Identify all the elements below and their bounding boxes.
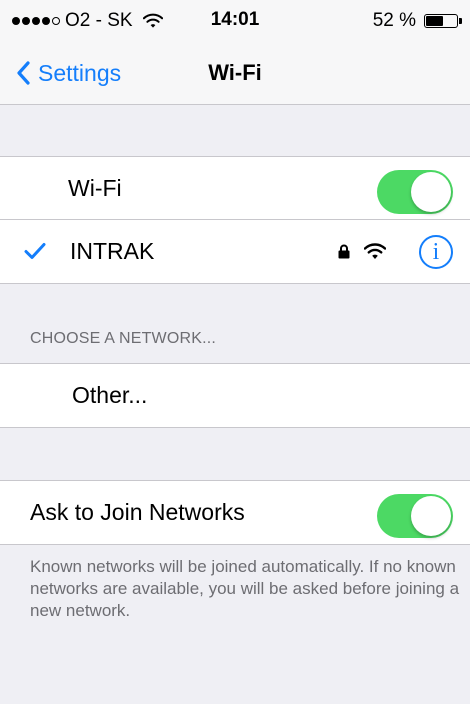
- wifi-icon: [364, 243, 386, 259]
- checkmark-icon: [24, 243, 46, 259]
- status-right: 52 %: [373, 9, 462, 33]
- section-header: CHOOSE A NETWORK...: [30, 330, 217, 347]
- ask-to-join-toggle[interactable]: [377, 494, 453, 538]
- wifi-group: Wi-Fi INTRAK i: [0, 156, 470, 284]
- other-network-group: Other...: [0, 363, 470, 428]
- ask-to-join-row: Ask to Join Networks: [0, 481, 470, 544]
- info-icon[interactable]: i: [419, 235, 453, 269]
- toggle-knob: [411, 172, 451, 212]
- battery-tip: [459, 18, 462, 24]
- battery-percentage: 52 %: [372, 10, 416, 31]
- wifi-toggle-row: Wi-Fi: [0, 157, 470, 220]
- status-bar: O2 - SK 14:01 52 %: [0, 0, 470, 40]
- battery-level-fill: [426, 16, 443, 26]
- wifi-label: Wi-Fi: [68, 175, 122, 201]
- network-name: INTRAK: [70, 238, 155, 264]
- ask-to-join-label: Ask to Join Networks: [30, 499, 245, 525]
- battery-icon: [424, 14, 458, 28]
- ask-to-join-group: Ask to Join Networks: [0, 480, 470, 545]
- wifi-toggle[interactable]: [377, 170, 453, 214]
- other-network-label: Other...: [72, 382, 148, 408]
- lock-icon: [338, 244, 350, 259]
- footer-note: Known networks will be joined automatica…: [30, 557, 460, 620]
- page-title: Wi-Fi: [208, 60, 262, 85]
- toggle-knob: [411, 496, 451, 536]
- other-network-row[interactable]: Other...: [0, 364, 470, 427]
- network-row-intrak[interactable]: INTRAK i: [0, 220, 470, 283]
